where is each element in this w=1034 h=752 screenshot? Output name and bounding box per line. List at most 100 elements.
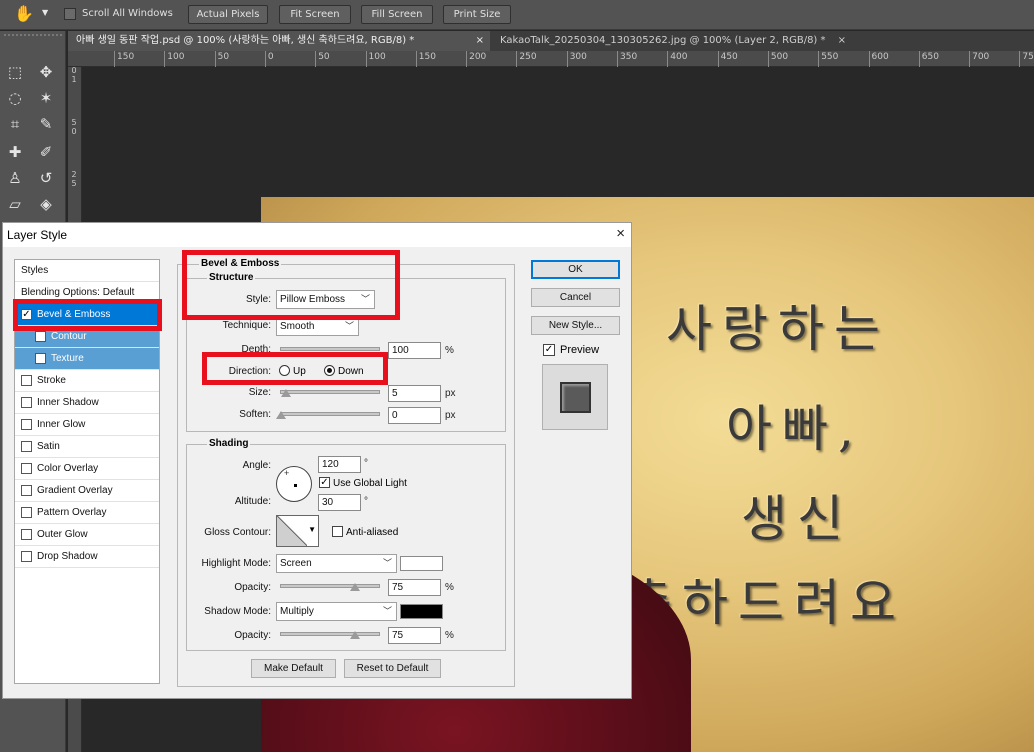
style-list-item[interactable]: Stroke [15, 370, 159, 392]
fill-screen-button[interactable]: Fill Screen [361, 5, 433, 24]
scroll-all-windows-checkbox[interactable] [64, 8, 76, 20]
healing-brush-tool-icon[interactable]: ✚ [3, 141, 27, 163]
new-style-button[interactable]: New Style... [531, 316, 620, 335]
style-list-checkbox[interactable] [21, 397, 32, 408]
size-slider-thumb[interactable] [281, 389, 291, 397]
eyedropper-tool-icon[interactable]: ✎ [34, 113, 58, 135]
highlight-opacity-thumb[interactable] [350, 583, 360, 591]
altitude-input[interactable]: 30 [318, 494, 361, 511]
shadow-color-swatch[interactable] [400, 604, 443, 619]
lasso-tool-icon[interactable]: ◌ [3, 87, 27, 109]
size-input[interactable]: 5 [388, 385, 441, 402]
soften-slider[interactable] [280, 412, 380, 416]
style-list-label: Gradient Overlay [37, 485, 113, 496]
depth-input[interactable]: 100 [388, 342, 441, 359]
make-default-button[interactable]: Make Default [251, 659, 336, 678]
ruler-tick-label: 500 [767, 51, 788, 67]
ruler-tick-label: 550 [818, 51, 838, 67]
style-list-checkbox[interactable] [21, 375, 32, 386]
tab-title: 아빠 생일 동판 작업.psd @ 100% (사랑하는 아빠, 생신 축하드려… [76, 35, 415, 46]
soften-slider-thumb[interactable] [276, 411, 286, 419]
style-list-item[interactable]: Inner Glow [15, 414, 159, 436]
style-list-item[interactable]: Pattern Overlay [15, 502, 159, 524]
shadow-opacity-input[interactable]: 75 [388, 627, 441, 644]
ruler-tick-label: 5 [71, 118, 77, 127]
depth-slider[interactable] [280, 347, 380, 351]
shadow-opacity-slider[interactable] [280, 632, 380, 636]
actual-pixels-button[interactable]: Actual Pixels [188, 5, 268, 24]
print-size-button[interactable]: Print Size [443, 5, 511, 24]
style-list-checkbox[interactable] [21, 551, 32, 562]
preview-checkbox[interactable]: ✓ [543, 344, 555, 356]
size-slider[interactable] [280, 390, 380, 394]
crosshair-icon: + [284, 468, 290, 478]
anti-aliased-checkbox[interactable] [332, 526, 343, 537]
style-list-label: Inner Glow [37, 419, 86, 430]
highlight-opacity-unit: % [445, 582, 454, 593]
soften-input[interactable]: 0 [388, 407, 441, 424]
altitude-unit: ° [364, 496, 368, 507]
close-icon[interactable]: × [838, 31, 846, 51]
ruler-tick-label: 600 [868, 51, 889, 67]
canvas-text-line1: 사랑하는 [666, 300, 890, 358]
use-global-light-checkbox[interactable]: ✓ [319, 477, 330, 488]
style-list-item[interactable]: Texture [15, 348, 159, 370]
chevron-down-icon: ﹀ [344, 321, 354, 331]
highlight-opacity-label: Opacity: [234, 582, 271, 593]
style-list-checkbox[interactable] [21, 529, 32, 540]
magic-wand-tool-icon[interactable]: ✶ [34, 87, 58, 109]
move-tool-icon[interactable]: ✥ [34, 61, 58, 83]
style-list-label: Outer Glow [37, 529, 88, 540]
style-list-item[interactable]: Satin [15, 436, 159, 458]
style-list-label: Stroke [37, 375, 66, 386]
style-list-checkbox[interactable] [21, 441, 32, 452]
annotation-highlight-style [182, 250, 400, 320]
hand-tool-icon[interactable]: ✋ [14, 4, 34, 23]
style-list-item[interactable]: Color Overlay [15, 458, 159, 480]
highlight-mode-select[interactable]: Screen ﹀ [276, 554, 397, 573]
cancel-button[interactable]: Cancel [531, 288, 620, 307]
reset-to-default-button[interactable]: Reset to Default [344, 659, 441, 678]
marquee-tool-icon[interactable]: ⬚ [3, 61, 27, 83]
style-list-item[interactable]: Outer Glow [15, 524, 159, 546]
tab-jpg-document[interactable]: KakaoTalk_20250304_130305262.jpg @ 100% … [492, 31, 852, 51]
paint-bucket-tool-icon[interactable]: ◈ [34, 193, 58, 215]
style-list-checkbox[interactable] [21, 485, 32, 496]
angle-dial[interactable]: + [276, 466, 312, 502]
scroll-all-windows-label: Scroll All Windows [82, 8, 173, 19]
style-list-checkbox[interactable] [21, 507, 32, 518]
ok-button[interactable]: OK [531, 260, 620, 279]
style-list-item[interactable]: Drop Shadow [15, 546, 159, 568]
close-icon[interactable]: × [476, 31, 484, 51]
clone-stamp-tool-icon[interactable]: ♙ [3, 167, 27, 189]
highlight-color-swatch[interactable] [400, 556, 443, 571]
style-list-item[interactable]: Gradient Overlay [15, 480, 159, 502]
angle-input[interactable]: 120 [318, 456, 361, 473]
style-list-checkbox[interactable] [35, 353, 46, 364]
highlight-opacity-slider[interactable] [280, 584, 380, 588]
style-list-checkbox[interactable] [35, 331, 46, 342]
tab-psd-document[interactable]: 아빠 생일 동판 작업.psd @ 100% (사랑하는 아빠, 생신 축하드려… [68, 31, 490, 51]
fit-screen-button[interactable]: Fit Screen [279, 5, 351, 24]
style-list-item[interactable]: Inner Shadow [15, 392, 159, 414]
brush-tool-icon[interactable]: ✐ [34, 141, 58, 163]
gloss-contour-picker[interactable]: ▼ [276, 515, 319, 547]
crop-tool-icon[interactable]: ⌗ [3, 113, 27, 135]
eraser-tool-icon[interactable]: ▱ [3, 193, 27, 215]
shadow-opacity-thumb[interactable] [350, 631, 360, 639]
style-list-label: Pattern Overlay [37, 507, 107, 518]
highlight-opacity-input[interactable]: 75 [388, 579, 441, 596]
tool-preset-arrow-icon[interactable]: ▼ [42, 8, 48, 17]
horizontal-ruler: 150 100 50 0 50 100 150 200 250 300 350 400 450 500 55… [68, 51, 1034, 67]
shadow-mode-label: Shadow Mode: [204, 606, 271, 617]
history-brush-tool-icon[interactable]: ↺ [34, 167, 58, 189]
style-list-checkbox[interactable] [21, 419, 32, 430]
ruler-tick-label: 100 [164, 51, 184, 67]
shadow-mode-select[interactable]: Multiply ﹀ [276, 602, 397, 621]
close-icon[interactable]: × [616, 226, 625, 242]
shading-title: Shading [207, 438, 251, 449]
anti-aliased-label: Anti-aliased [346, 527, 399, 538]
style-list-checkbox[interactable] [21, 463, 32, 474]
chevron-down-icon: ▼ [308, 525, 316, 534]
style-list-item[interactable]: Styles [15, 260, 159, 282]
